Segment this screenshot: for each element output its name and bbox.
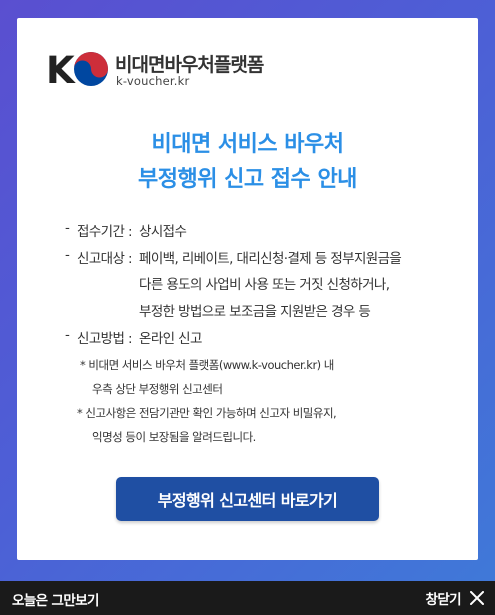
popup-bottom-bar: 오늘은 그만보기 창닫기 [0, 581, 495, 615]
k-voucher-logo-mark: K [46, 50, 108, 88]
close-icon[interactable] [470, 591, 484, 605]
info-label: 신고방법 : [77, 331, 133, 347]
note-line: * 비대면 서비스 바우처 플랫폼(www.k-voucher.kr) 내 [80, 358, 334, 372]
bullet-dash: - [65, 220, 70, 236]
note-line: 우측 상단 부정행위 신고센터 [92, 382, 223, 396]
title-line-1: 비대면 서비스 바우처 [151, 132, 344, 157]
info-value: 온라인 신고 [139, 331, 202, 347]
logo-k-letter: K [46, 50, 76, 88]
notice-title: 비대면 서비스 바우처 부정행위 신고 접수 안내 [17, 127, 478, 197]
title-line-2: 부정행위 신고 접수 안내 [138, 167, 357, 192]
logo-url: k-voucher.kr [116, 74, 190, 88]
close-label: 창닫기 [425, 592, 462, 608]
info-value: 페이백, 리베이트, 대리신청·결제 등 정부지원금을 [139, 251, 402, 267]
bullet-dash: - [65, 247, 70, 263]
note-line: 익명성 등이 보장됨을 알려드립니다. [92, 430, 256, 444]
dont-show-today-button[interactable]: 오늘은 그만보기 [12, 589, 99, 609]
popup-card: K 비대면바우처플랫폼 k-voucher.kr 비대면 서비스 바우처 부정행… [17, 18, 478, 560]
info-label: 신고대상 : [77, 251, 133, 267]
bullet-dash: - [65, 327, 70, 343]
info-value: 상시접수 [139, 224, 187, 240]
info-label: 접수기간 : [77, 224, 133, 240]
info-continuation: 부정한 방법으로 보조금을 지원받은 경우 등 [139, 304, 371, 320]
note-line: * 신고사항은 전담기관만 확인 가능하며 신고자 비밀유지, [77, 406, 337, 420]
logo-name: 비대면바우처플랫폼 [115, 54, 264, 76]
report-center-button[interactable]: 부정행위 신고센터 바로가기 [116, 477, 379, 521]
info-continuation: 다른 용도의 사업비 사용 또는 거짓 신청하거나, [139, 277, 390, 293]
close-button[interactable]: 창닫기 [426, 588, 484, 608]
